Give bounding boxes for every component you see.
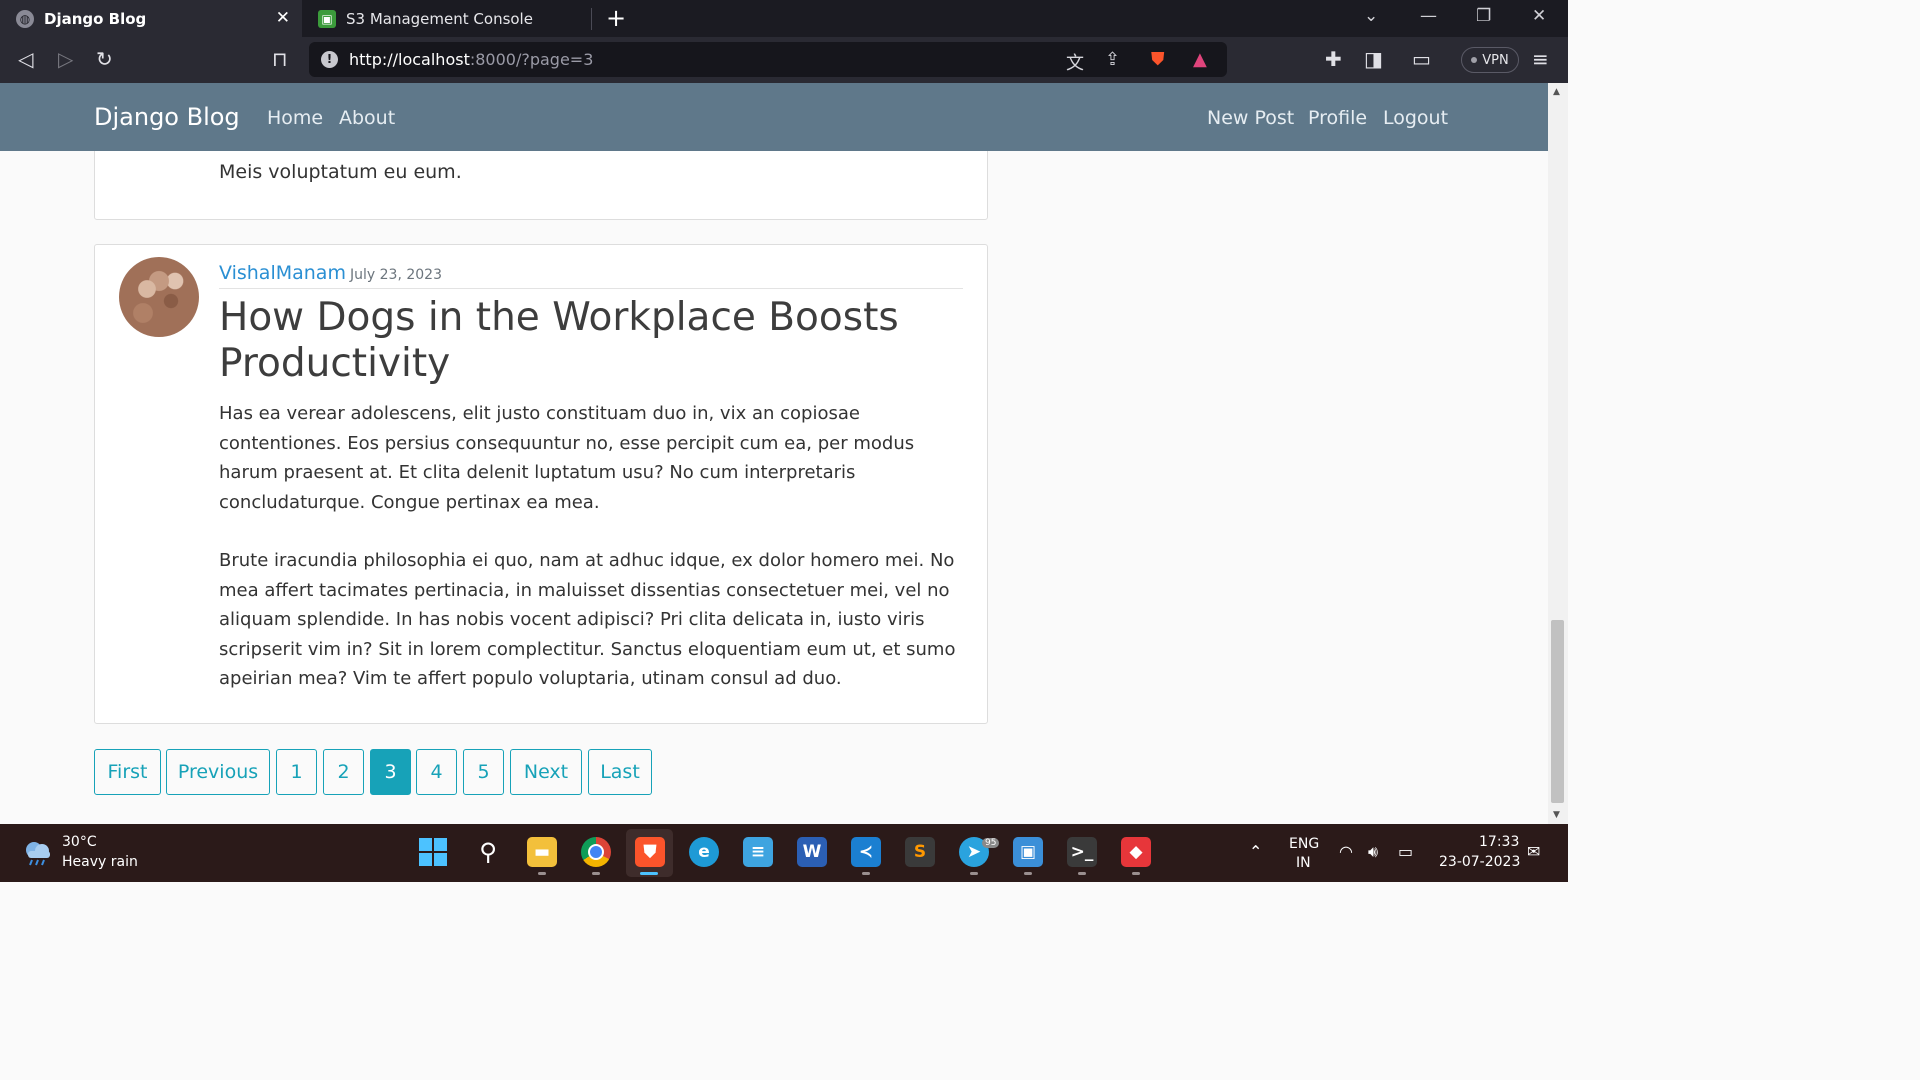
nav-new-post[interactable]: New Post xyxy=(1207,107,1294,129)
post-paragraph: Brute iracundia philosophia ei quo, nam … xyxy=(219,550,956,689)
url-text[interactable]: http://localhost:8000/?page=3 xyxy=(349,50,593,69)
running-indicator xyxy=(1078,872,1086,875)
nav-logout[interactable]: Logout xyxy=(1383,107,1448,129)
language-bottom[interactable]: IN xyxy=(1296,855,1311,871)
vpn-label: VPN xyxy=(1482,52,1509,68)
nav-profile[interactable]: Profile xyxy=(1308,107,1367,129)
last-page-button[interactable]: Last xyxy=(588,749,652,795)
windows-start-icon[interactable] xyxy=(418,837,448,867)
brave-rewards-icon[interactable]: ▲ xyxy=(1193,49,1207,70)
notepad-icon[interactable]: ≡ xyxy=(743,837,773,867)
page-5-button[interactable]: 5 xyxy=(463,749,504,795)
forward-icon[interactable]: ▷ xyxy=(58,47,73,71)
wifi-icon[interactable]: ◠ xyxy=(1339,842,1353,861)
volume-icon[interactable]: 🔊︎ xyxy=(1368,842,1378,862)
post-card: VishalManam July 23, 2023 How Dogs in th… xyxy=(94,244,988,724)
remote-desktop-icon[interactable]: ▣ xyxy=(1013,837,1043,867)
telegram-badge: 95 xyxy=(982,838,1000,848)
close-tab-icon[interactable]: ✕ xyxy=(276,8,290,28)
post-meta: VishalManam July 23, 2023 xyxy=(219,262,963,289)
post-content-partial: Meis voluptatum eu eum. xyxy=(219,161,462,183)
sublime-text-icon[interactable]: S xyxy=(905,837,935,867)
tab-search-chevron-icon[interactable]: ⌄ xyxy=(1364,6,1378,26)
browser-toolbar: ◁ ▷ ↻ ⊓ ! http://localhost:8000/?page=3 … xyxy=(0,37,1568,83)
vpn-status-dot xyxy=(1471,57,1478,63)
post-date: July 23, 2023 xyxy=(350,267,442,283)
sidebar-icon[interactable]: ◨ xyxy=(1364,47,1383,71)
post-paragraph: Has ea verear adolescens, elit justo con… xyxy=(219,403,915,513)
edge-icon[interactable]: e xyxy=(689,837,719,867)
avatar xyxy=(119,257,199,337)
tab-django-blog[interactable]: ◍ Django Blog ✕ xyxy=(0,0,302,37)
site-navbar: Django Blog Home About New Post Profile … xyxy=(0,83,1548,151)
brave-icon[interactable]: ⛊ xyxy=(635,837,665,867)
reload-icon[interactable]: ↻ xyxy=(96,47,113,71)
chrome-icon[interactable] xyxy=(581,837,611,867)
s3-bucket-icon: ▣ xyxy=(318,9,336,28)
clock-time[interactable]: 17:33 xyxy=(1479,834,1519,850)
tab-title: Django Blog xyxy=(44,9,147,28)
weather-rain-icon[interactable] xyxy=(22,838,54,866)
menu-icon[interactable]: ≡ xyxy=(1532,47,1549,71)
weather-temperature[interactable]: 30°C xyxy=(62,834,97,850)
vscode-icon[interactable]: ≺ xyxy=(851,837,881,867)
terminal-icon[interactable]: >_ xyxy=(1067,837,1097,867)
next-page-button[interactable]: Next xyxy=(510,749,582,795)
nav-about[interactable]: About xyxy=(339,107,395,129)
running-indicator xyxy=(1132,872,1140,875)
brave-shield-icon[interactable]: ⛊ xyxy=(1151,49,1165,70)
minimize-icon[interactable]: — xyxy=(1420,6,1437,26)
battery-icon[interactable]: ▭ xyxy=(1398,842,1413,861)
running-indicator xyxy=(862,872,870,875)
windows-taskbar: 30°C Heavy rain ⚲ ▬ ⛊ e ≡ W ≺ S ➤ 95 ▣ >… xyxy=(0,824,1568,882)
previous-page-button[interactable]: Previous xyxy=(166,749,270,795)
anydesk-icon[interactable]: ◆ xyxy=(1121,837,1151,867)
scroll-up-icon[interactable]: ▲ xyxy=(1553,87,1560,97)
page-viewport: Meis voluptatum eu eum. VishalManam July… xyxy=(0,83,1548,824)
extensions-icon[interactable]: ✚ xyxy=(1325,47,1342,71)
page-3-button[interactable]: 3 xyxy=(370,749,411,795)
page-4-button[interactable]: 4 xyxy=(416,749,457,795)
new-tab-icon[interactable]: + xyxy=(606,4,626,32)
language-top[interactable]: ENG xyxy=(1289,836,1319,852)
active-indicator xyxy=(640,872,658,875)
search-icon[interactable]: ⚲ xyxy=(473,837,503,867)
tab-title: S3 Management Console xyxy=(346,9,533,28)
bookmark-icon[interactable]: ⊓ xyxy=(272,47,288,71)
translate-icon[interactable]: 文 xyxy=(1066,49,1084,75)
author-link[interactable]: VishalManam xyxy=(219,262,346,284)
page-2-button[interactable]: 2 xyxy=(323,749,364,795)
globe-icon: ◍ xyxy=(16,9,34,28)
back-icon[interactable]: ◁ xyxy=(18,47,33,71)
tab-s3-console[interactable]: ▣ S3 Management Console xyxy=(302,0,590,37)
scroll-down-icon[interactable]: ▼ xyxy=(1553,810,1560,820)
word-icon[interactable]: W xyxy=(797,837,827,867)
browser-tab-bar: ◍ Django Blog ✕ ▣ S3 Management Console … xyxy=(0,0,1568,37)
scrollbar-thumb[interactable] xyxy=(1551,620,1564,803)
clock-date[interactable]: 23-07-2023 xyxy=(1439,854,1520,870)
file-explorer-icon[interactable]: ▬ xyxy=(527,837,557,867)
first-page-button[interactable]: First xyxy=(94,749,161,795)
post-title[interactable]: How Dogs in the Workplace Boosts Product… xyxy=(219,295,959,387)
notifications-icon[interactable]: ✉ xyxy=(1527,842,1540,861)
address-bar[interactable]: ! http://localhost:8000/?page=3 文 ⇪ ⛊ ▲ xyxy=(309,42,1227,77)
running-indicator xyxy=(538,872,546,875)
wallet-icon[interactable]: ▭ xyxy=(1412,47,1431,71)
share-icon[interactable]: ⇪ xyxy=(1105,49,1120,70)
nav-home[interactable]: Home xyxy=(267,107,323,129)
tray-overflow-chevron-icon[interactable]: ⌃ xyxy=(1249,842,1262,861)
running-indicator xyxy=(1024,872,1032,875)
page-1-button[interactable]: 1 xyxy=(276,749,317,795)
site-info-icon[interactable]: ! xyxy=(321,51,338,68)
running-indicator xyxy=(592,872,600,875)
weather-description[interactable]: Heavy rain xyxy=(62,854,138,870)
brand-link[interactable]: Django Blog xyxy=(94,103,240,131)
restore-icon[interactable]: ❐ xyxy=(1476,6,1491,26)
window-close-icon[interactable]: ✕ xyxy=(1532,6,1546,26)
running-indicator xyxy=(970,872,978,875)
page-scrollbar[interactable]: ▲ ▼ xyxy=(1548,83,1568,824)
vpn-button[interactable]: VPN xyxy=(1461,47,1519,73)
tab-divider xyxy=(591,8,592,30)
